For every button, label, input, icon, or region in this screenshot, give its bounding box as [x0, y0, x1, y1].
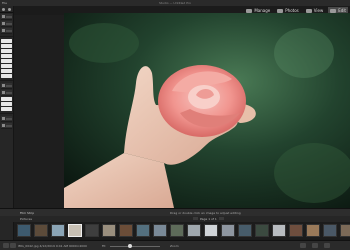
panel-menu-icon[interactable]	[1, 7, 5, 11]
adjustment-row[interactable]	[1, 28, 12, 34]
status-file-info: IMG_0042.jpg 4/12/2019 9:41 AM 6000×4000	[18, 244, 87, 248]
value-field[interactable]	[1, 69, 12, 73]
adjust-icon	[2, 29, 5, 32]
value-field[interactable]	[1, 59, 12, 63]
filmstrip-thumbnail[interactable]	[119, 224, 133, 237]
filmstrip-thumbnail[interactable]	[204, 224, 218, 237]
filmstrip-thumbnail[interactable]	[306, 224, 320, 237]
window-title: Studio — Untitled Pro	[158, 1, 192, 5]
filmstrip-thumbnail[interactable]	[221, 224, 235, 237]
filmstrip-thumbnail[interactable]	[34, 224, 48, 237]
photos-icon	[277, 8, 284, 13]
value-field[interactable]	[1, 97, 12, 101]
adjustment-row[interactable]	[1, 83, 12, 89]
value-field[interactable]	[1, 39, 12, 43]
filmstrip-thumbnail[interactable]	[68, 224, 82, 237]
zoom-text: Zoom	[170, 244, 179, 248]
pager-label: Page 1 of 1	[200, 217, 217, 221]
edit-icon	[330, 8, 337, 13]
value-field[interactable]	[1, 107, 12, 111]
filmstrip-thumbnail[interactable]	[289, 224, 303, 237]
filmstrip-thumbnail[interactable]	[51, 224, 65, 237]
filmstrip-header: Film Strip Drag or double click an image…	[0, 208, 350, 216]
adjustment-row[interactable]	[1, 123, 12, 129]
value-field[interactable]	[1, 49, 12, 53]
divider	[0, 80, 13, 81]
value-field[interactable]	[1, 64, 12, 68]
filmstrip-thumbnail[interactable]	[85, 224, 99, 237]
zoom-slider[interactable]	[110, 246, 160, 247]
photo-rose-in-hand	[64, 13, 350, 208]
filmstrip-thumbnail[interactable]	[272, 224, 286, 237]
value-field[interactable]	[1, 74, 12, 78]
adjustment-row[interactable]	[1, 90, 12, 96]
filmstrip-thumbnail[interactable]	[170, 224, 184, 237]
adjustment-row[interactable]	[1, 14, 12, 20]
filmstrip-thumbnail[interactable]	[323, 224, 337, 237]
next-page-button[interactable]	[218, 217, 224, 220]
zoom-slider-handle[interactable]	[128, 244, 132, 248]
value-field[interactable]	[1, 102, 12, 106]
filmstrip-thumbnail[interactable]	[153, 224, 167, 237]
main-photo[interactable]	[64, 13, 350, 208]
view-icon	[305, 8, 312, 13]
adjust-icon	[2, 84, 5, 87]
left-panel	[0, 6, 14, 242]
fullscreen-icon[interactable]	[324, 243, 330, 248]
adjustment-row[interactable]	[1, 21, 12, 27]
status-bar: IMG_0042.jpg 4/12/2019 9:41 AM 6000×4000…	[0, 240, 350, 250]
filmstrip-thumbnail[interactable]	[238, 224, 252, 237]
divider	[0, 36, 13, 37]
zoom-label[interactable]: Fit	[102, 244, 106, 248]
source-label[interactable]: Pictures	[20, 217, 32, 221]
filmstrip-thumbnail[interactable]	[340, 224, 350, 237]
adjustment-row[interactable]	[1, 116, 12, 122]
adjust-icon	[2, 15, 5, 18]
filmstrip-thumbnail[interactable]	[187, 224, 201, 237]
filmstrip[interactable]	[14, 222, 350, 239]
filmstrip-thumbnail[interactable]	[17, 224, 31, 237]
filmstrip-title: Film Strip	[20, 211, 35, 215]
left-panel-header	[0, 6, 13, 13]
filmstrip-thumbnail[interactable]	[102, 224, 116, 237]
panel-settings-icon[interactable]	[8, 7, 12, 11]
prev-page-button[interactable]	[193, 217, 198, 220]
pager: Page 1 of 1	[193, 217, 224, 221]
filmstrip-thumbnail[interactable]	[136, 224, 150, 237]
adjust-icon	[2, 91, 5, 94]
adjust-icon	[2, 22, 5, 25]
divider	[0, 113, 13, 114]
filmstrip-thumbnail[interactable]	[255, 224, 269, 237]
value-field[interactable]	[1, 44, 12, 48]
adjust-icon	[2, 124, 5, 127]
value-field[interactable]	[1, 54, 12, 58]
rotate-icon[interactable]	[312, 243, 318, 248]
info-icon[interactable]	[3, 243, 9, 248]
grid-icon[interactable]	[10, 243, 16, 248]
filmstrip-hint: Drag or double click an image to adjust …	[170, 211, 241, 215]
adjust-icon	[2, 117, 5, 120]
manage-icon	[246, 8, 253, 13]
compare-icon[interactable]	[300, 243, 306, 248]
